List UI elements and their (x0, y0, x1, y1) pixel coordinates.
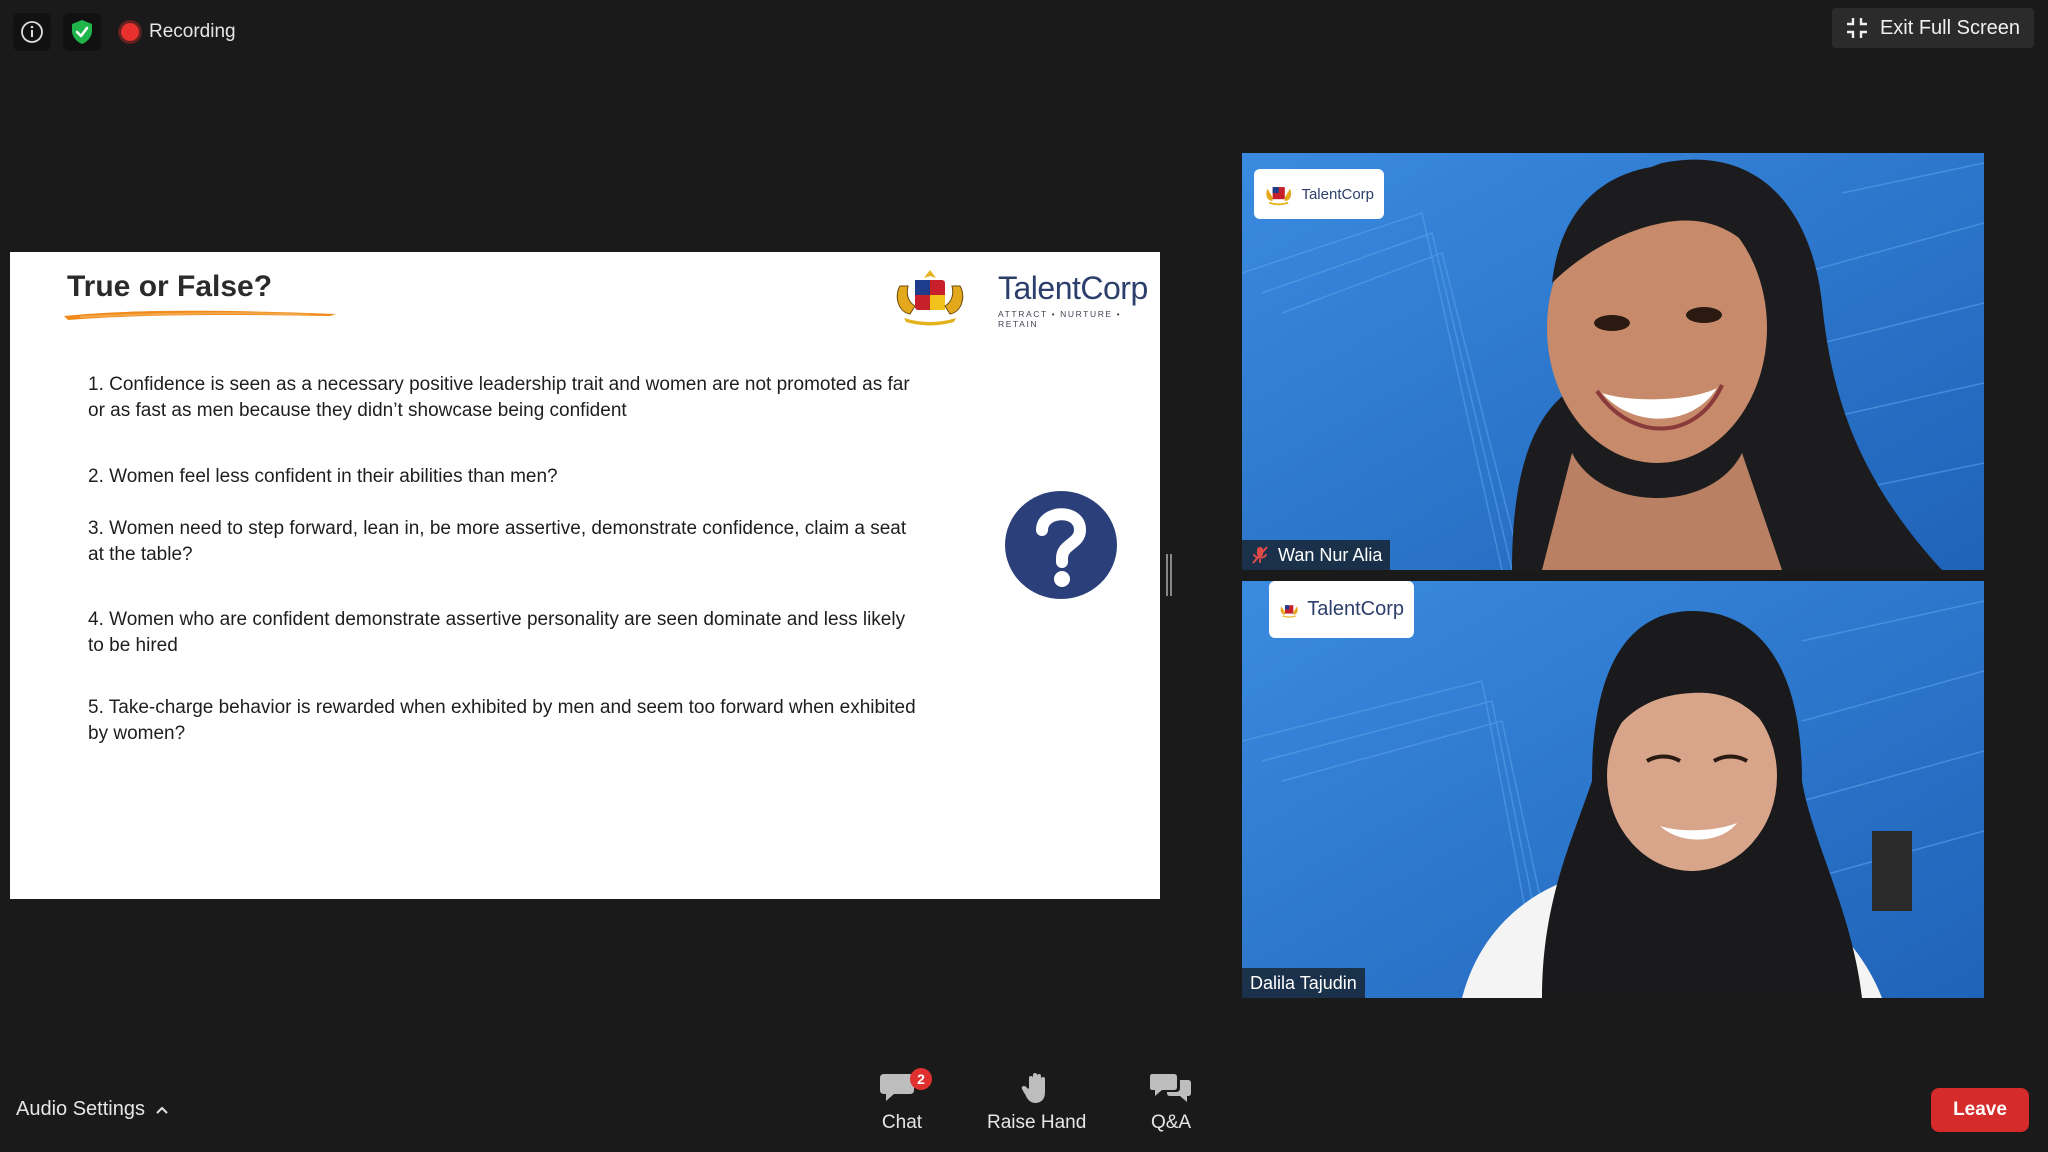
resize-divider-handle[interactable] (1166, 554, 1172, 596)
talentcorp-badge: TalentCorp (1269, 581, 1414, 638)
raise-hand-icon (1021, 1073, 1045, 1103)
talentcorp-logo-name: TalentCorp (998, 270, 1148, 306)
shield-check-icon (72, 20, 92, 44)
raise-hand-label: Raise Hand (987, 1112, 1087, 1133)
encryption-button[interactable] (63, 13, 101, 51)
talentcorp-badge-name: TalentCorp (1301, 185, 1374, 203)
video-tile-wan-nur-alia[interactable]: TalentCorp Wan Nur Alia (1242, 153, 1984, 570)
crest-icon (1280, 604, 1298, 618)
recording-indicator[interactable]: Recording (121, 21, 236, 43)
exit-fullscreen-label: Exit Full Screen (1879, 16, 2020, 39)
talentcorp-badge-name: TalentCorp (1307, 598, 1404, 620)
info-icon (21, 21, 43, 43)
question-item-1: 1. Confidence is seen as a necessary pos… (88, 372, 988, 424)
participant-name-tag: Dalila Tajudin (1242, 968, 1365, 998)
crest-icon (1266, 187, 1292, 206)
question-1-line-1: 1. Confidence is seen as a necessary pos… (88, 374, 910, 395)
question-2-line-1: 2. Women feel less confident in their ab… (88, 466, 558, 487)
meeting-status-bar: Recording (13, 13, 236, 51)
question-mark-icon (1005, 491, 1117, 599)
qa-button[interactable]: Q&A (1150, 1070, 1192, 1134)
qa-icon (1150, 1074, 1191, 1102)
participant-name-tag: Wan Nur Alia (1242, 540, 1391, 570)
chat-label: Chat (881, 1112, 923, 1133)
talentcorp-badge: TalentCorp (1254, 169, 1384, 219)
question-4-line-2: to be hired (88, 635, 178, 656)
brush-stroke-underline (64, 310, 336, 320)
meeting-info-button[interactable] (13, 13, 51, 51)
leave-button[interactable]: Leave (1931, 1088, 2029, 1132)
recording-dot-icon (121, 23, 139, 41)
question-1-line-2: or as fast as men because they didn’t sh… (88, 400, 627, 421)
participant-name: Dalila Tajudin (1250, 972, 1357, 993)
chat-button[interactable]: 2 Chat (880, 1068, 932, 1134)
raise-hand-button[interactable]: Raise Hand (987, 1070, 1086, 1134)
audio-settings-label: Audio Settings (16, 1098, 145, 1120)
question-item-3: 3. Women need to step forward, lean in, … (88, 516, 988, 568)
question-item-2: 2. Women feel less confident in their ab… (88, 464, 988, 490)
question-3-line-1: 3. Women need to step forward, lean in, … (88, 518, 907, 539)
participant-name: Wan Nur Alia (1278, 544, 1383, 565)
microphone-muted-icon (1252, 546, 1268, 564)
question-5-line-1: 5. Take-charge behavior is rewarded when… (88, 697, 916, 718)
question-item-4: 4. Women who are confident demonstrate a… (88, 607, 988, 659)
qa-label: Q&A (1150, 1112, 1192, 1133)
slide-title: True or False? (67, 270, 273, 303)
chat-unread-badge: 2 (910, 1068, 932, 1090)
shared-screen-slide: True or False? TalentCorp ATTRACT • NURT… (10, 252, 1160, 899)
collapse-icon (1846, 18, 1867, 38)
question-item-5: 5. Take-charge behavior is rewarded when… (88, 695, 988, 747)
exit-fullscreen-button[interactable]: Exit Full Screen (1831, 8, 2034, 48)
talentcorp-logo: TalentCorp ATTRACT • NURTURE • RETAIN (998, 270, 1160, 329)
malaysia-crest-logo (896, 270, 964, 326)
question-5-line-2: by women? (88, 723, 186, 744)
participant-video-feed (1242, 581, 1984, 998)
recording-label: Recording (149, 21, 236, 42)
question-4-line-1: 4. Women who are confident demonstrate a… (88, 609, 906, 630)
question-3-line-2: at the table? (88, 544, 193, 565)
chevron-up-icon (156, 1106, 168, 1114)
audio-settings-button[interactable]: Audio Settings (16, 1098, 169, 1121)
video-tile-dalila-tajudin[interactable]: TalentCorp Dalila Tajudin (1242, 581, 1984, 998)
leave-label: Leave (1953, 1099, 2007, 1120)
talentcorp-logo-tagline: ATTRACT • NURTURE • RETAIN (998, 309, 1122, 329)
